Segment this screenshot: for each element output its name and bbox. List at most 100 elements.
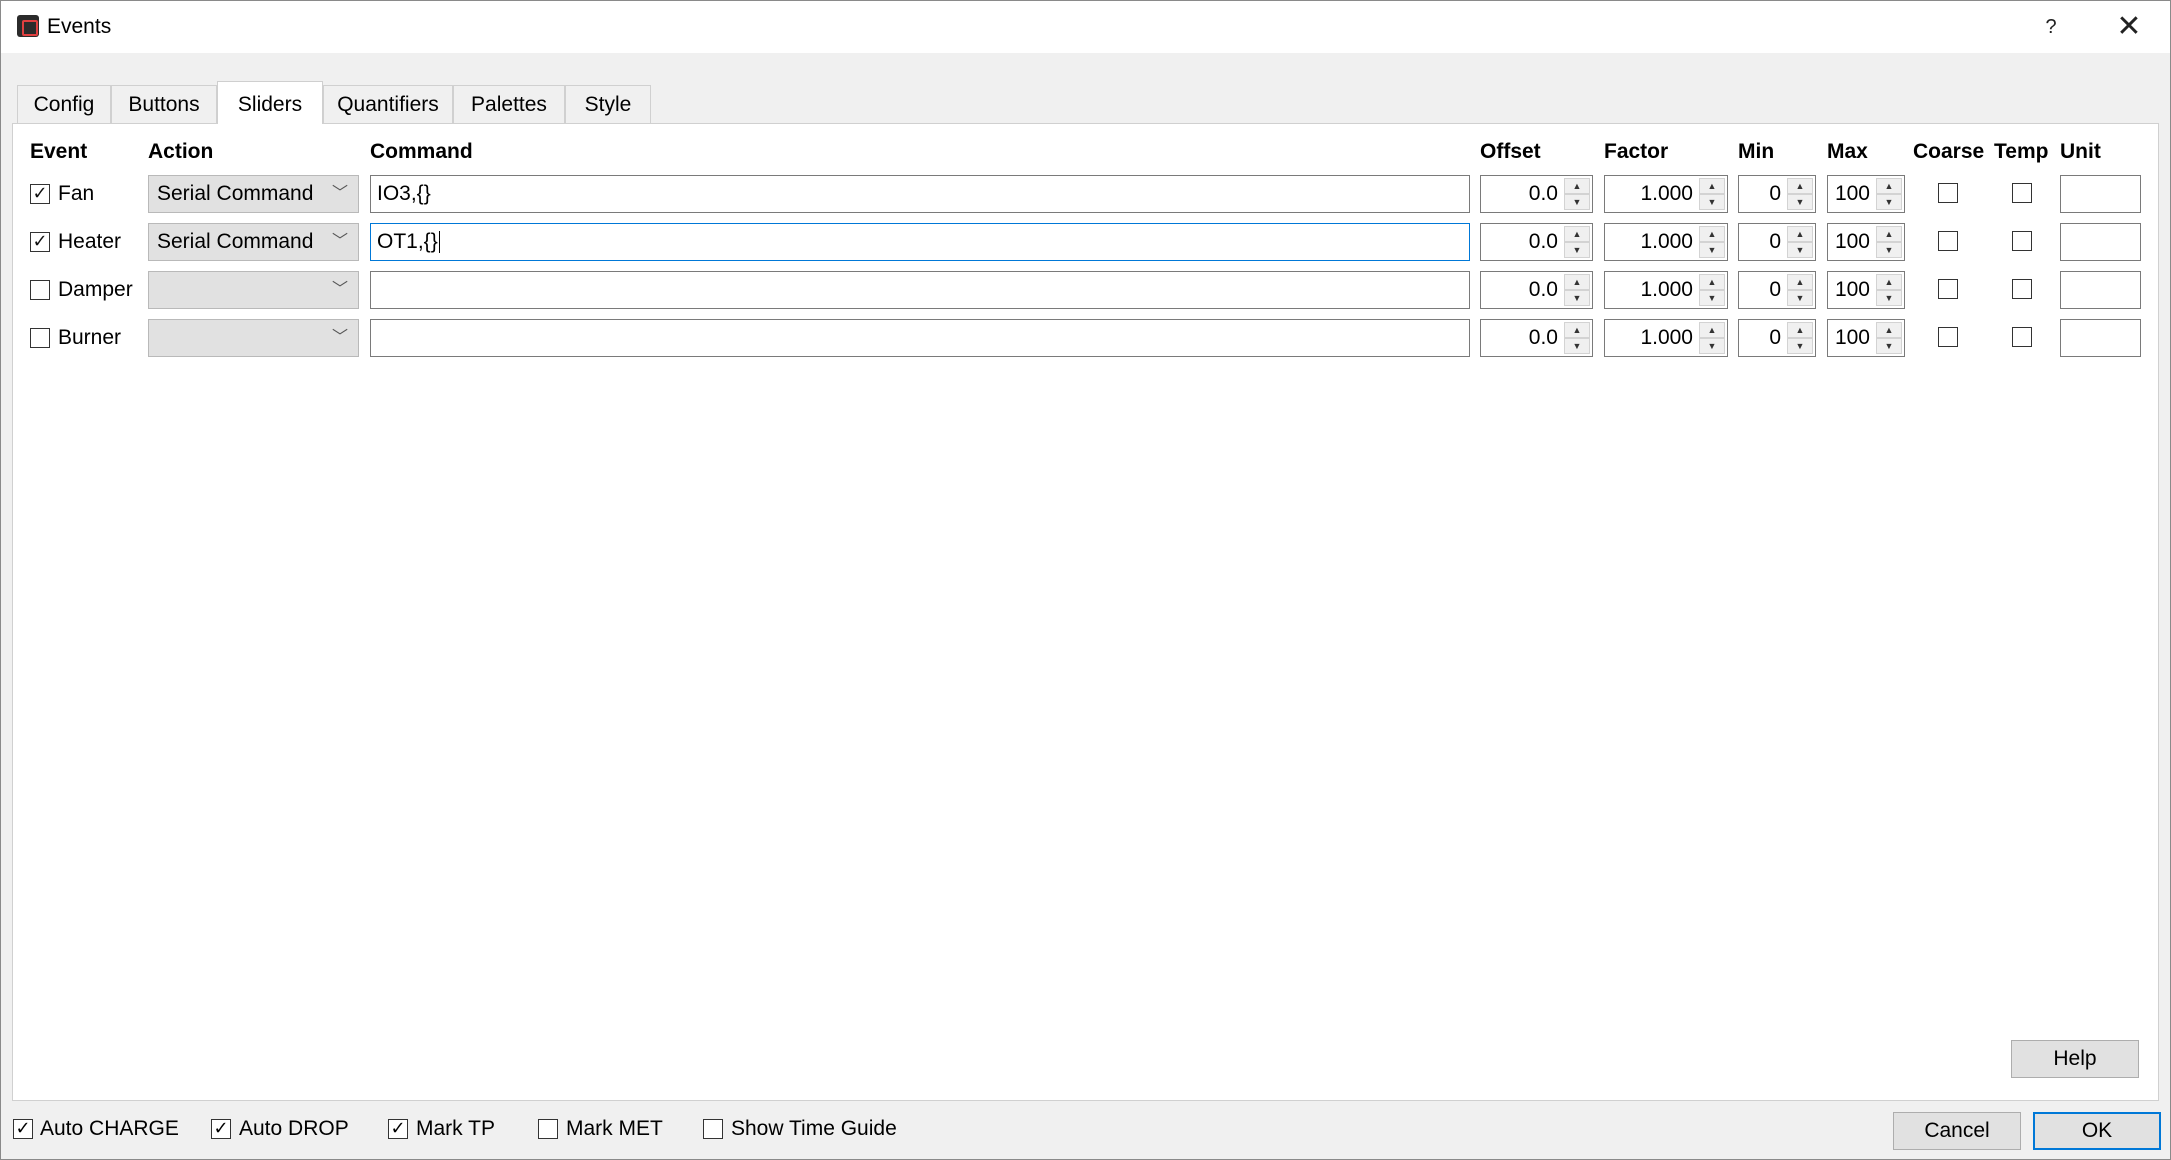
spin-down-icon[interactable]: ▼	[1876, 194, 1902, 210]
min-spinbox[interactable]: 0 ▲ ▼	[1738, 271, 1816, 309]
event-enable-checkbox[interactable]	[30, 280, 50, 300]
mark-met-checkbox[interactable]	[538, 1119, 558, 1139]
factor-value: 1.000	[1640, 182, 1693, 205]
offset-spinbox[interactable]: 0.0 ▲ ▼	[1480, 319, 1593, 357]
close-icon[interactable]: ✕	[2109, 11, 2149, 43]
help-button[interactable]: Help	[2011, 1040, 2139, 1078]
offset-value: 0.0	[1528, 278, 1558, 301]
spin-down-icon[interactable]: ▼	[1699, 290, 1725, 306]
event-name: Heater	[58, 230, 122, 253]
spin-up-icon[interactable]: ▲	[1699, 322, 1725, 338]
offset-spinbox[interactable]: 0.0 ▲ ▼	[1480, 271, 1593, 309]
header-coarse: Coarse	[1913, 140, 1985, 163]
spin-up-icon[interactable]: ▲	[1876, 178, 1902, 194]
unit-input[interactable]	[2060, 271, 2141, 309]
temp-checkbox[interactable]	[2012, 279, 2032, 299]
event-enable-checkbox[interactable]: ✓	[30, 184, 50, 204]
header-unit: Unit	[2060, 140, 2101, 163]
max-spinbox[interactable]: 100 ▲ ▼	[1827, 175, 1905, 213]
min-spinbox[interactable]: 0 ▲ ▼	[1738, 319, 1816, 357]
spin-up-icon[interactable]: ▲	[1564, 226, 1590, 242]
spin-up-icon[interactable]: ▲	[1876, 226, 1902, 242]
spin-down-icon[interactable]: ▼	[1876, 242, 1902, 258]
offset-spinbox[interactable]: 0.0 ▲ ▼	[1480, 175, 1593, 213]
tab-quantifiers[interactable]: Quantifiers	[323, 85, 453, 123]
cancel-button[interactable]: Cancel	[1893, 1112, 2021, 1150]
spin-down-icon[interactable]: ▼	[1564, 338, 1590, 354]
factor-spinbox[interactable]: 1.000 ▲ ▼	[1604, 175, 1728, 213]
tab-sliders[interactable]: Sliders	[217, 81, 323, 124]
spin-up-icon[interactable]: ▲	[1564, 322, 1590, 338]
spin-up-icon[interactable]: ▲	[1787, 274, 1813, 290]
max-spinbox[interactable]: 100 ▲ ▼	[1827, 223, 1905, 261]
spin-up-icon[interactable]: ▲	[1564, 274, 1590, 290]
show-time-guide-checkbox[interactable]	[703, 1119, 723, 1139]
coarse-checkbox[interactable]	[1938, 279, 1958, 299]
spin-down-icon[interactable]: ▼	[1787, 290, 1813, 306]
tab-palettes[interactable]: Palettes	[453, 85, 565, 123]
spin-up-icon[interactable]: ▲	[1564, 178, 1590, 194]
command-input[interactable]: OT1,{}	[370, 223, 1470, 261]
help-icon[interactable]: ?	[2031, 11, 2071, 43]
spin-up-icon[interactable]: ▲	[1699, 226, 1725, 242]
min-value: 0	[1769, 182, 1781, 205]
action-dropdown[interactable]: ﹀	[148, 271, 359, 309]
header-min: Min	[1738, 140, 1775, 163]
temp-checkbox[interactable]	[2012, 327, 2032, 347]
spin-up-icon[interactable]: ▲	[1699, 178, 1725, 194]
command-input[interactable]	[370, 319, 1470, 357]
unit-input[interactable]	[2060, 319, 2141, 357]
spin-down-icon[interactable]: ▼	[1564, 290, 1590, 306]
auto-charge-checkbox[interactable]: ✓	[13, 1119, 33, 1139]
spin-down-icon[interactable]: ▼	[1699, 194, 1725, 210]
min-spinbox[interactable]: 0 ▲ ▼	[1738, 175, 1816, 213]
unit-input[interactable]	[2060, 175, 2141, 213]
min-spinbox[interactable]: 0 ▲ ▼	[1738, 223, 1816, 261]
mark-tp-checkbox[interactable]: ✓	[388, 1119, 408, 1139]
tab-buttons[interactable]: Buttons	[111, 85, 217, 123]
spin-down-icon[interactable]: ▼	[1787, 338, 1813, 354]
temp-checkbox[interactable]	[2012, 183, 2032, 203]
auto-drop-checkbox[interactable]: ✓	[211, 1119, 231, 1139]
event-enable-checkbox[interactable]	[30, 328, 50, 348]
spin-up-icon[interactable]: ▲	[1787, 322, 1813, 338]
spin-up-icon[interactable]: ▲	[1876, 274, 1902, 290]
header-action: Action	[148, 140, 214, 163]
coarse-checkbox[interactable]	[1938, 327, 1958, 347]
unit-input[interactable]	[2060, 223, 2141, 261]
ok-button[interactable]: OK	[2033, 1112, 2161, 1150]
spin-down-icon[interactable]: ▼	[1876, 290, 1902, 306]
action-dropdown[interactable]: Serial Command ﹀	[148, 175, 359, 213]
spin-up-icon[interactable]: ▲	[1787, 178, 1813, 194]
spin-down-icon[interactable]: ▼	[1699, 338, 1725, 354]
spin-down-icon[interactable]: ▼	[1699, 242, 1725, 258]
command-input[interactable]: IO3,{}	[370, 175, 1470, 213]
offset-spinbox[interactable]: 0.0 ▲ ▼	[1480, 223, 1593, 261]
event-name: Burner	[58, 326, 122, 349]
coarse-checkbox[interactable]	[1938, 231, 1958, 251]
command-input[interactable]	[370, 271, 1470, 309]
spin-down-icon[interactable]: ▼	[1876, 338, 1902, 354]
spin-down-icon[interactable]: ▼	[1787, 242, 1813, 258]
spin-down-icon[interactable]: ▼	[1564, 242, 1590, 258]
max-spinbox[interactable]: 100 ▲ ▼	[1827, 271, 1905, 309]
spin-up-icon[interactable]: ▲	[1876, 322, 1902, 338]
tab-style[interactable]: Style	[565, 85, 651, 123]
event-name: Damper	[58, 278, 133, 301]
temp-checkbox[interactable]	[2012, 231, 2032, 251]
spin-up-icon[interactable]: ▲	[1787, 226, 1813, 242]
event-enable-checkbox[interactable]: ✓	[30, 232, 50, 252]
action-dropdown[interactable]: ﹀	[148, 319, 359, 357]
spin-up-icon[interactable]: ▲	[1699, 274, 1725, 290]
max-spinbox[interactable]: 100 ▲ ▼	[1827, 319, 1905, 357]
coarse-checkbox[interactable]	[1938, 183, 1958, 203]
spin-down-icon[interactable]: ▼	[1564, 194, 1590, 210]
factor-spinbox[interactable]: 1.000 ▲ ▼	[1604, 271, 1728, 309]
action-dropdown[interactable]: Serial Command ﹀	[148, 223, 359, 261]
chevron-down-icon: ﹀	[331, 233, 348, 250]
spin-down-icon[interactable]: ▼	[1787, 194, 1813, 210]
tab-config[interactable]: Config	[17, 85, 111, 123]
factor-spinbox[interactable]: 1.000 ▲ ▼	[1604, 319, 1728, 357]
auto-charge-label: Auto CHARGE	[40, 1117, 179, 1140]
factor-spinbox[interactable]: 1.000 ▲ ▼	[1604, 223, 1728, 261]
